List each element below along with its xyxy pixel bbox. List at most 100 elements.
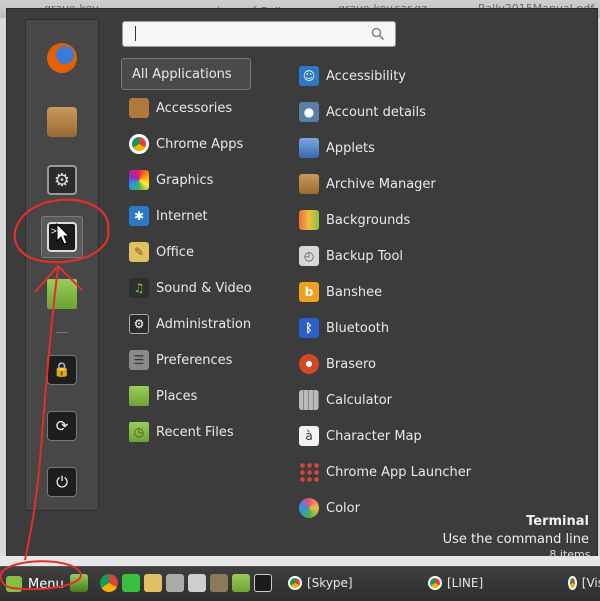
app-character-map[interactable]: à Character Map [299, 421, 422, 451]
menu-button-label: Menu [28, 576, 64, 592]
mint-logo-icon [6, 576, 22, 592]
office-icon: ✎ [129, 242, 149, 262]
internet-icon: ✱ [129, 206, 149, 226]
folder-icon [47, 279, 77, 309]
favorites-panel: ⚙ >_ 🔒 ⟳ ⏻ [25, 19, 99, 511]
category-accessories[interactable]: Accessories [129, 93, 232, 123]
brasero-icon [299, 354, 319, 374]
app-label: Backgrounds [326, 212, 411, 228]
logout-icon: ⟳ [47, 411, 77, 441]
app-banshee[interactable]: b Banshee [299, 277, 382, 307]
search-icon [371, 27, 385, 41]
category-label: Accessories [156, 100, 233, 116]
package-icon [47, 107, 77, 137]
category-sound-video[interactable]: ♫ Sound & Video [129, 273, 252, 303]
app-label: Applets [326, 140, 375, 156]
app-accessibility[interactable]: ☺ Accessibility [299, 61, 406, 91]
app-backgrounds[interactable]: Backgrounds [299, 205, 410, 235]
category-label: Preferences [156, 352, 233, 368]
category-administration[interactable]: ⚙ Administration [129, 309, 251, 339]
show-desktop-icon[interactable] [70, 574, 88, 592]
favorite-settings[interactable]: ⚙ [42, 160, 82, 200]
category-chrome-apps[interactable]: Chrome Apps [129, 129, 243, 159]
app-label: Backup Tool [326, 248, 404, 264]
app-label: Accessibility [326, 68, 406, 84]
app-color[interactable]: Color [299, 493, 360, 523]
gimp-launcher-icon[interactable] [210, 574, 228, 592]
app-label: Archive Manager [326, 176, 436, 192]
favorite-lock-screen[interactable]: 🔒 [42, 350, 82, 390]
favorite-firefox[interactable] [42, 38, 82, 78]
power-icon: ⏻ [47, 467, 77, 497]
category-label: All Applications [132, 66, 232, 82]
category-graphics[interactable]: Graphics [129, 165, 213, 195]
chrome-icon [129, 134, 149, 154]
category-recent-files[interactable]: ◷ Recent Files [129, 417, 234, 447]
app-label: Calculator [326, 392, 393, 408]
color-icon [299, 498, 319, 518]
menu-button[interactable]: Menu [2, 571, 66, 597]
category-office[interactable]: ✎ Office [129, 237, 194, 267]
taskbar-window-line[interactable]: [LINE] [424, 571, 558, 595]
category-internet[interactable]: ✱ Internet [129, 201, 208, 231]
settings-icon: ⚙ [47, 165, 77, 195]
firefox-icon [47, 43, 77, 73]
app-description-text: Use the command line [442, 532, 589, 547]
favorite-package[interactable] [42, 102, 82, 142]
calculator-launcher-icon[interactable] [166, 574, 184, 592]
category-label: Internet [156, 208, 208, 224]
search-field[interactable] [123, 22, 357, 46]
taskbar-window-vis[interactable]: [Vis [564, 571, 600, 595]
app-applets[interactable]: Applets [299, 133, 375, 163]
category-preferences[interactable]: ☰ Preferences [129, 345, 232, 375]
category-label: Administration [156, 316, 252, 332]
lock-icon: 🔒 [47, 355, 77, 385]
favorite-shutdown[interactable]: ⏻ [42, 462, 82, 502]
text-caret [135, 26, 136, 41]
app-calculator[interactable]: Calculator [299, 385, 392, 415]
search-input[interactable] [122, 21, 396, 47]
favorite-folder[interactable] [42, 274, 82, 314]
chrome-icon [568, 576, 577, 590]
terminal-launcher-icon[interactable] [254, 574, 272, 592]
window-title: [Vis [581, 576, 600, 590]
app-label: Chrome App Launcher [326, 464, 472, 480]
bluetooth-icon: ᛒ [299, 318, 319, 338]
files-launcher-icon[interactable] [232, 574, 250, 592]
favorite-logout[interactable]: ⟳ [42, 406, 82, 446]
text-editor-launcher-icon[interactable] [144, 574, 162, 592]
window-title: [Skype] [307, 576, 353, 590]
chrome-launcher-icon[interactable] [100, 574, 118, 592]
category-places[interactable]: Places [129, 381, 197, 411]
calculator-icon [299, 390, 319, 410]
applets-icon [299, 138, 319, 158]
backup-icon: ◴ [299, 246, 319, 266]
terminal-icon: >_ [47, 222, 77, 252]
app-archive-manager[interactable]: Archive Manager [299, 169, 436, 199]
line-launcher-icon[interactable] [122, 574, 140, 592]
chrome-launcher-icon [299, 462, 319, 482]
account-icon: ● [299, 102, 319, 122]
category-label: Graphics [156, 172, 214, 188]
app-description-title: Terminal [526, 514, 589, 529]
category-label: Places [156, 388, 198, 404]
app-account-details[interactable]: ● Account details [299, 97, 426, 127]
app-label: Banshee [326, 284, 383, 300]
application-menu: ⚙ >_ 🔒 ⟳ ⏻ All Applications Accessories … [6, 8, 598, 558]
favorites-separator [56, 332, 68, 333]
window-title: [LINE] [447, 576, 484, 590]
app-backup-tool[interactable]: ◴ Backup Tool [299, 241, 403, 271]
archive-icon [299, 174, 319, 194]
category-label: Office [156, 244, 194, 260]
app-bluetooth[interactable]: ᛒ Bluetooth [299, 313, 389, 343]
graphics-icon [129, 170, 149, 190]
taskbar-window-skype[interactable]: [Skype] [284, 571, 418, 595]
favorite-terminal[interactable]: >_ [41, 216, 83, 258]
camera-launcher-icon[interactable] [188, 574, 206, 592]
category-label: Chrome Apps [156, 136, 244, 152]
category-label: Sound & Video [156, 280, 252, 296]
app-chrome-app-launcher[interactable]: Chrome App Launcher [299, 457, 471, 487]
chrome-icon [288, 576, 302, 590]
app-brasero[interactable]: Brasero [299, 349, 376, 379]
category-all-applications[interactable]: All Applications [121, 58, 251, 90]
